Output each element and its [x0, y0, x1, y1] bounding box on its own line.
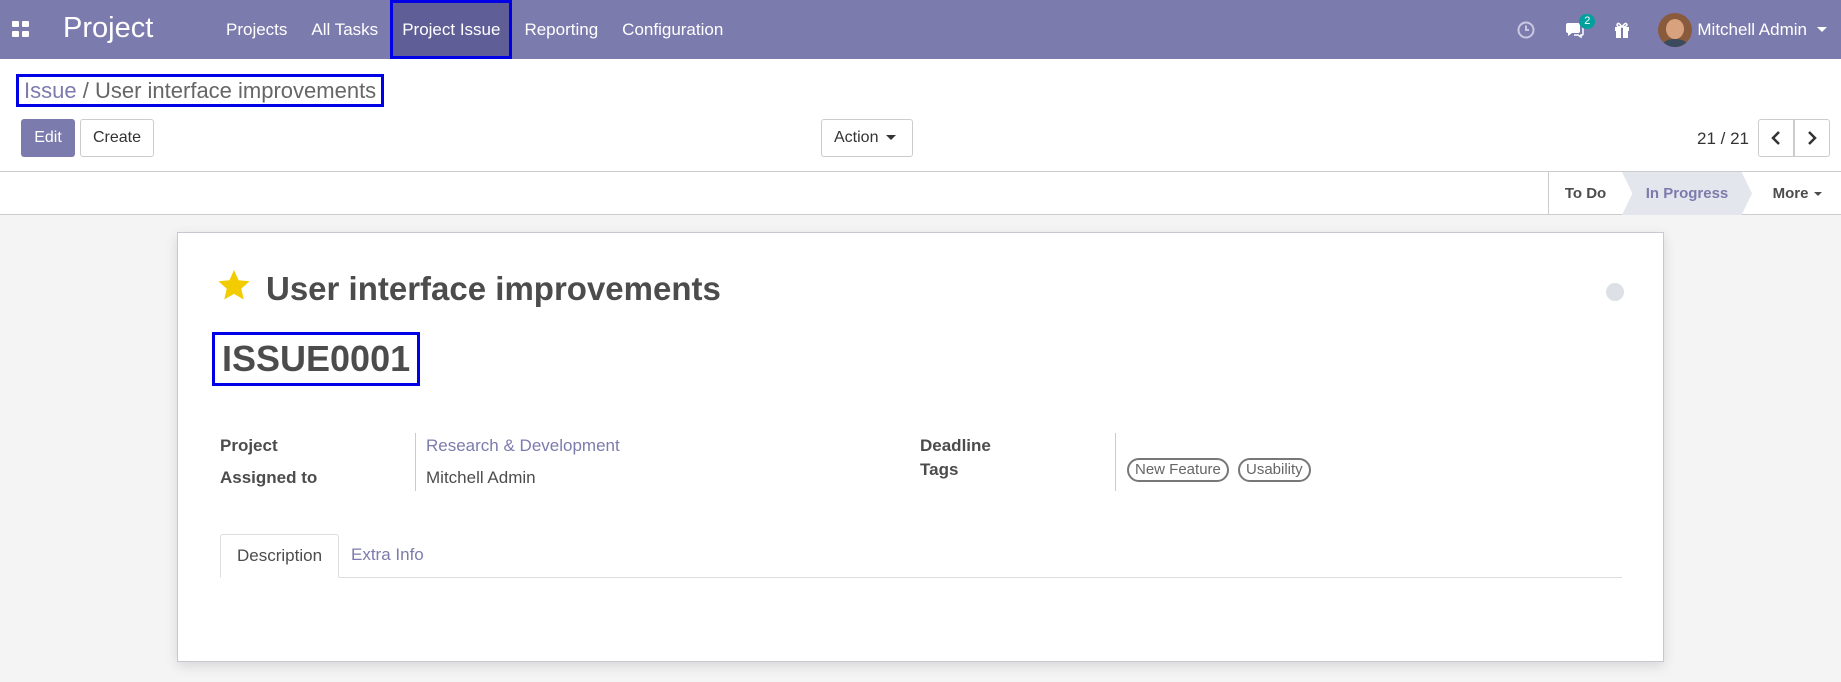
notebook-tabs: Description Extra Info — [220, 534, 1622, 578]
breadcrumb-parent-link[interactable]: Issue — [24, 78, 77, 103]
caret-down-icon — [886, 135, 897, 141]
star-icon[interactable] — [217, 269, 251, 301]
menu-item-reporting[interactable]: Reporting — [512, 0, 610, 59]
field-separator — [415, 433, 416, 491]
action-dropdown-label: Action — [834, 129, 879, 146]
project-label: Project — [220, 436, 278, 455]
assigned-to-label: Assigned to — [220, 468, 318, 487]
tab-description[interactable]: Description — [220, 534, 340, 578]
tags-label: Tags — [920, 460, 959, 479]
stage-in-progress[interactable]: In Progress — [1622, 172, 1752, 215]
chat-icon[interactable]: 2 — [1561, 13, 1596, 43]
create-button[interactable]: Create — [80, 119, 155, 157]
menu-item-configuration[interactable]: Configuration — [610, 0, 735, 59]
record-title[interactable]: User interface improvements — [266, 270, 721, 308]
menu-item-project-issue[interactable]: Project Issue — [390, 0, 513, 59]
pager-previous-button[interactable] — [1758, 119, 1794, 157]
pager-next-button[interactable] — [1794, 119, 1830, 157]
action-dropdown[interactable]: Action — [821, 119, 913, 157]
clock-icon[interactable] — [1513, 17, 1539, 43]
user-menu-caret-icon[interactable] — [1817, 27, 1827, 32]
form-sheet: User interface improvements ISSUE0001 Pr… — [177, 232, 1664, 662]
tag-new-feature[interactable]: New Feature — [1127, 458, 1229, 482]
tag-usability[interactable]: Usability — [1238, 458, 1311, 482]
kanban-state-indicator[interactable] — [1606, 283, 1624, 301]
chevron-right-icon — [1808, 131, 1817, 145]
menu-item-projects[interactable]: Projects — [214, 0, 299, 59]
deadline-label: Deadline — [920, 436, 991, 455]
caret-down-icon — [1814, 192, 1823, 197]
apps-icon[interactable] — [12, 21, 30, 37]
edit-button[interactable]: Edit — [21, 119, 75, 157]
breadcrumb-current: User interface improvements — [94, 78, 377, 103]
stage-to-do[interactable]: To Do — [1548, 172, 1622, 215]
chevron-left-icon — [1771, 131, 1780, 145]
tab-extra-info[interactable]: Extra Info — [335, 534, 440, 578]
top-navbar: Project Projects All Tasks Project Issue… — [0, 0, 1841, 59]
app-title[interactable]: Project — [63, 12, 153, 45]
systray: 2 Mitchell Admin — [1502, 0, 1841, 59]
control-panel: Issue / User interface improvements Edit… — [0, 59, 1841, 172]
gift-icon[interactable] — [1609, 17, 1635, 43]
menu-item-all-tasks[interactable]: All Tasks — [299, 0, 390, 59]
main-menu: Projects All Tasks Project Issue Reporti… — [214, 0, 735, 59]
breadcrumb-separator: / — [82, 78, 89, 103]
user-name[interactable]: Mitchell Admin — [1697, 20, 1807, 40]
pager-value[interactable]: 21 / 21 — [1697, 129, 1749, 149]
form-statusbar: To Do In Progress More — [0, 172, 1841, 215]
breadcrumb: Issue / User interface improvements — [16, 74, 385, 107]
assigned-to-value[interactable]: Mitchell Admin — [426, 468, 536, 488]
stage-more-label: More — [1772, 185, 1809, 202]
project-value-link[interactable]: Research & Development — [426, 436, 620, 456]
field-separator — [1115, 433, 1116, 491]
issue-code: ISSUE0001 — [212, 332, 421, 386]
messages-count-badge: 2 — [1579, 13, 1596, 29]
stage-more-dropdown[interactable]: More — [1754, 172, 1841, 215]
user-avatar[interactable] — [1658, 12, 1693, 47]
